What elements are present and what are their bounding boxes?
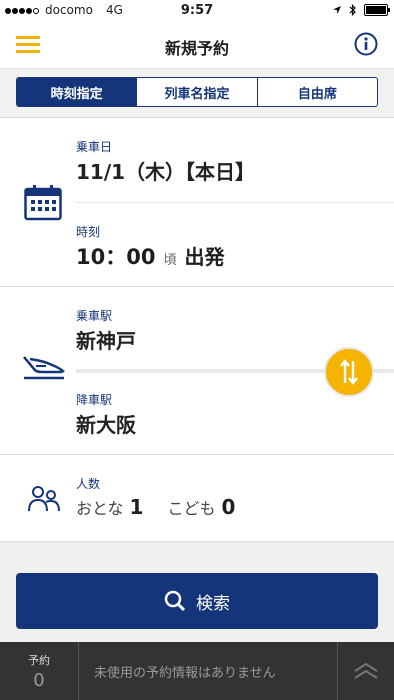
status-right: [332, 4, 390, 16]
expand-button[interactable]: [337, 642, 394, 700]
reservation-count-panel[interactable]: 予約 0: [0, 642, 79, 700]
page-title: 新規予約: [164, 39, 229, 58]
station-section: 乗車駅 新神戸 降車駅 新大阪: [0, 287, 394, 455]
arrival-station-value[interactable]: 新大阪: [76, 409, 136, 438]
time-label: 時刻: [76, 225, 101, 239]
reservation-bar: 予約 0 未使用の予約情報はありません: [0, 642, 394, 700]
nav-bar: 新規予約: [0, 22, 394, 69]
child-count: 0: [221, 495, 236, 519]
date-label: 乗車日: [76, 140, 113, 154]
search-mode-bar: 時刻指定 列車名指定 自由席: [0, 69, 394, 118]
date-value[interactable]: 11/1（木）【本日】: [76, 156, 255, 185]
search-icon: [164, 590, 186, 612]
passenger-section[interactable]: 人数 おとな 1 こども 0: [0, 455, 394, 542]
departure-station-label: 乗車駅: [76, 309, 113, 323]
time-value: 10：00: [76, 245, 156, 269]
search-button-label: 検索: [196, 593, 230, 614]
departure-station-value[interactable]: 新神戸: [76, 325, 136, 354]
passenger-counts: おとな 1 こども 0: [76, 495, 235, 519]
bluetooth-icon: [349, 4, 356, 16]
arrival-station-label: 降車駅: [76, 393, 113, 407]
reservation-message: 未使用の予約情報はありません: [94, 666, 276, 681]
tab-train-name[interactable]: 列車名指定: [136, 78, 256, 106]
status-bar: docomo 4G 9:57: [0, 0, 394, 22]
tab-time[interactable]: 時刻指定: [17, 78, 137, 106]
people-icon: [28, 486, 60, 512]
adult-label: おとな: [76, 499, 124, 518]
calendar-icon: [24, 185, 62, 221]
departure-label: 出発: [184, 245, 225, 269]
time-value-group[interactable]: 10：00 頃 出発: [76, 241, 224, 271]
passenger-label: 人数: [76, 477, 101, 491]
date-time-divider: [76, 202, 394, 203]
tab-unreserved[interactable]: 自由席: [256, 78, 377, 106]
battery-icon: [364, 4, 390, 16]
info-icon[interactable]: [354, 32, 378, 56]
location-arrow-icon: [333, 6, 341, 14]
train-icon: [23, 356, 65, 380]
swap-arrows-icon: [340, 359, 358, 385]
swap-stations-button[interactable]: [324, 347, 374, 397]
reservation-count: 0: [33, 670, 45, 691]
reservation-label: 予約: [28, 654, 50, 667]
adult-count: 1: [129, 495, 144, 519]
search-mode-segmented-control: 時刻指定 列車名指定 自由席: [16, 77, 378, 107]
child-label: こども: [167, 499, 216, 518]
date-time-section[interactable]: 乗車日 11/1（木）【本日】 時刻 10：00 頃 出発: [0, 118, 394, 287]
search-button[interactable]: 検索: [16, 573, 378, 629]
double-chevron-up-icon: [354, 662, 378, 679]
time-approx: 頃: [163, 253, 177, 268]
